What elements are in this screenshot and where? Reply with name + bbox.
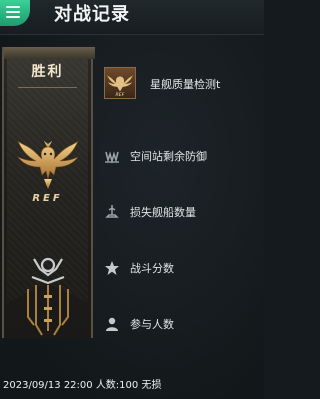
result-banner: 胜利 REF	[2, 47, 95, 338]
stat-label: 损失舰船数量	[130, 206, 196, 219]
battle-record-screen: 对战记录 胜利 REF REF 星舰质量检测t 空间站剩余防御 损失舰船数量 战…	[0, 0, 264, 399]
person-icon	[106, 317, 118, 331]
menu-icon-bar	[6, 11, 20, 13]
menu-icon	[6, 6, 20, 8]
stat-label: 战斗分数	[130, 262, 174, 275]
header-bar: 对战记录	[0, 0, 264, 35]
ship-icon	[105, 205, 119, 218]
footer-bar: 2023/09/13 22:00 人数:100 无损	[0, 372, 264, 399]
ship-row[interactable]: REF 星舰质量检测t	[104, 66, 264, 106]
battle-result-label: 胜利	[31, 64, 64, 80]
stat-row-defense: 空间站剩余防御	[104, 145, 264, 169]
menu-button[interactable]	[0, 0, 30, 26]
page-title: 对战记录	[54, 4, 130, 25]
stat-label: 参与人数	[130, 318, 174, 331]
shield-icon	[105, 151, 119, 164]
divider	[18, 87, 77, 88]
battle-info-text: 2023/09/13 22:00 人数:100 无损	[3, 380, 162, 391]
ship-thumbnail: REF	[104, 67, 136, 99]
eagle-emblem-icon	[17, 140, 79, 189]
banner-cap	[4, 47, 95, 59]
menu-icon-bar	[6, 16, 20, 18]
svg-text:REF: REF	[116, 92, 125, 98]
totem-ornament-icon	[27, 257, 69, 336]
stat-row-participants: 参与人数	[104, 313, 264, 337]
emblem-label: REF	[32, 193, 63, 204]
stat-label: 空间站剩余防御	[130, 150, 207, 163]
ship-name: 星舰质量检测t	[150, 78, 221, 91]
stat-row-score: 战斗分数	[104, 257, 264, 281]
stat-row-ships-lost: 损失舰船数量	[104, 201, 264, 225]
star-icon	[105, 261, 119, 275]
